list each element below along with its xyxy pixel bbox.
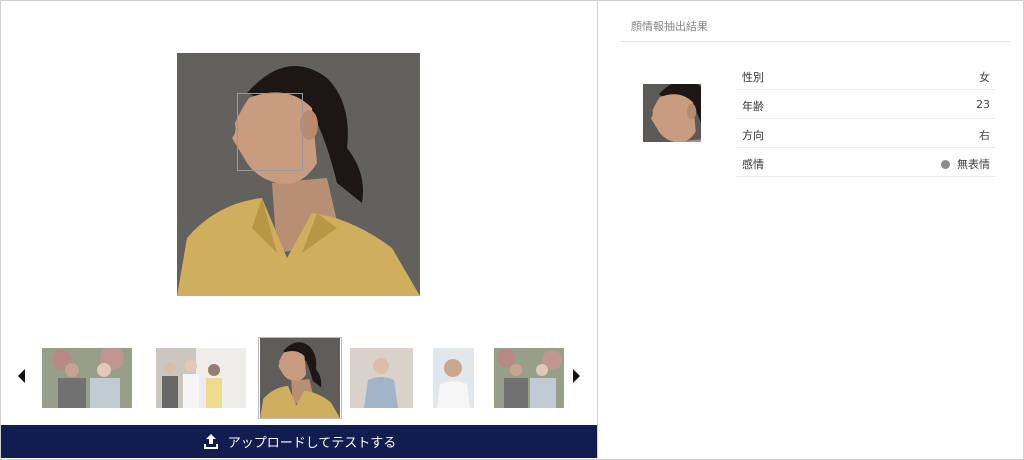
main-photo [177,53,420,296]
attribute-value: 23 [976,98,990,111]
upload-icon [203,433,218,449]
attribute-key: 感情 [742,158,764,171]
attribute-table: 性別 女 年齢 23 方向 右 感情 無表情 [736,61,996,177]
face-detection-box [237,93,303,171]
upload-button-label: アップロードしてテストする [227,436,397,451]
attribute-key: 年齢 [742,100,764,113]
thumbnail-1[interactable] [42,348,132,408]
result-panel-title: 顔情報抽出結果 [631,20,708,33]
detected-face-thumbnail [643,84,701,142]
divider [620,41,1010,42]
triangle-left-icon[interactable] [18,369,25,383]
attribute-row-direction: 方向 右 [736,119,996,148]
attribute-row-gender: 性別 女 [736,61,996,90]
emotion-dot-icon [941,160,950,169]
upload-button[interactable]: アップロードしてテストする [1,425,597,458]
triangle-right-icon[interactable] [573,369,580,383]
emotion-label: 無表情 [957,158,990,171]
result-panel: 顔情報抽出結果 性別 女 年齢 23 方向 右 感情 無表情 [598,1,1023,458]
thumbnail-6[interactable] [494,348,564,408]
attribute-row-emotion: 感情 無表情 [736,148,996,177]
attribute-row-age: 年齢 23 [736,90,996,119]
attribute-key: 方向 [742,129,764,142]
attribute-key: 性別 [742,71,764,84]
thumbnail-2[interactable] [156,348,246,408]
attribute-value: 右 [979,129,990,142]
thumbnail-3-selected[interactable] [259,338,341,418]
thumbnail-4[interactable] [350,348,413,408]
image-carousel [1,335,597,421]
attribute-value: 女 [979,71,990,84]
image-viewer [1,1,598,458]
attribute-value-emotion: 無表情 [941,156,990,172]
thumbnail-5[interactable] [433,348,474,408]
